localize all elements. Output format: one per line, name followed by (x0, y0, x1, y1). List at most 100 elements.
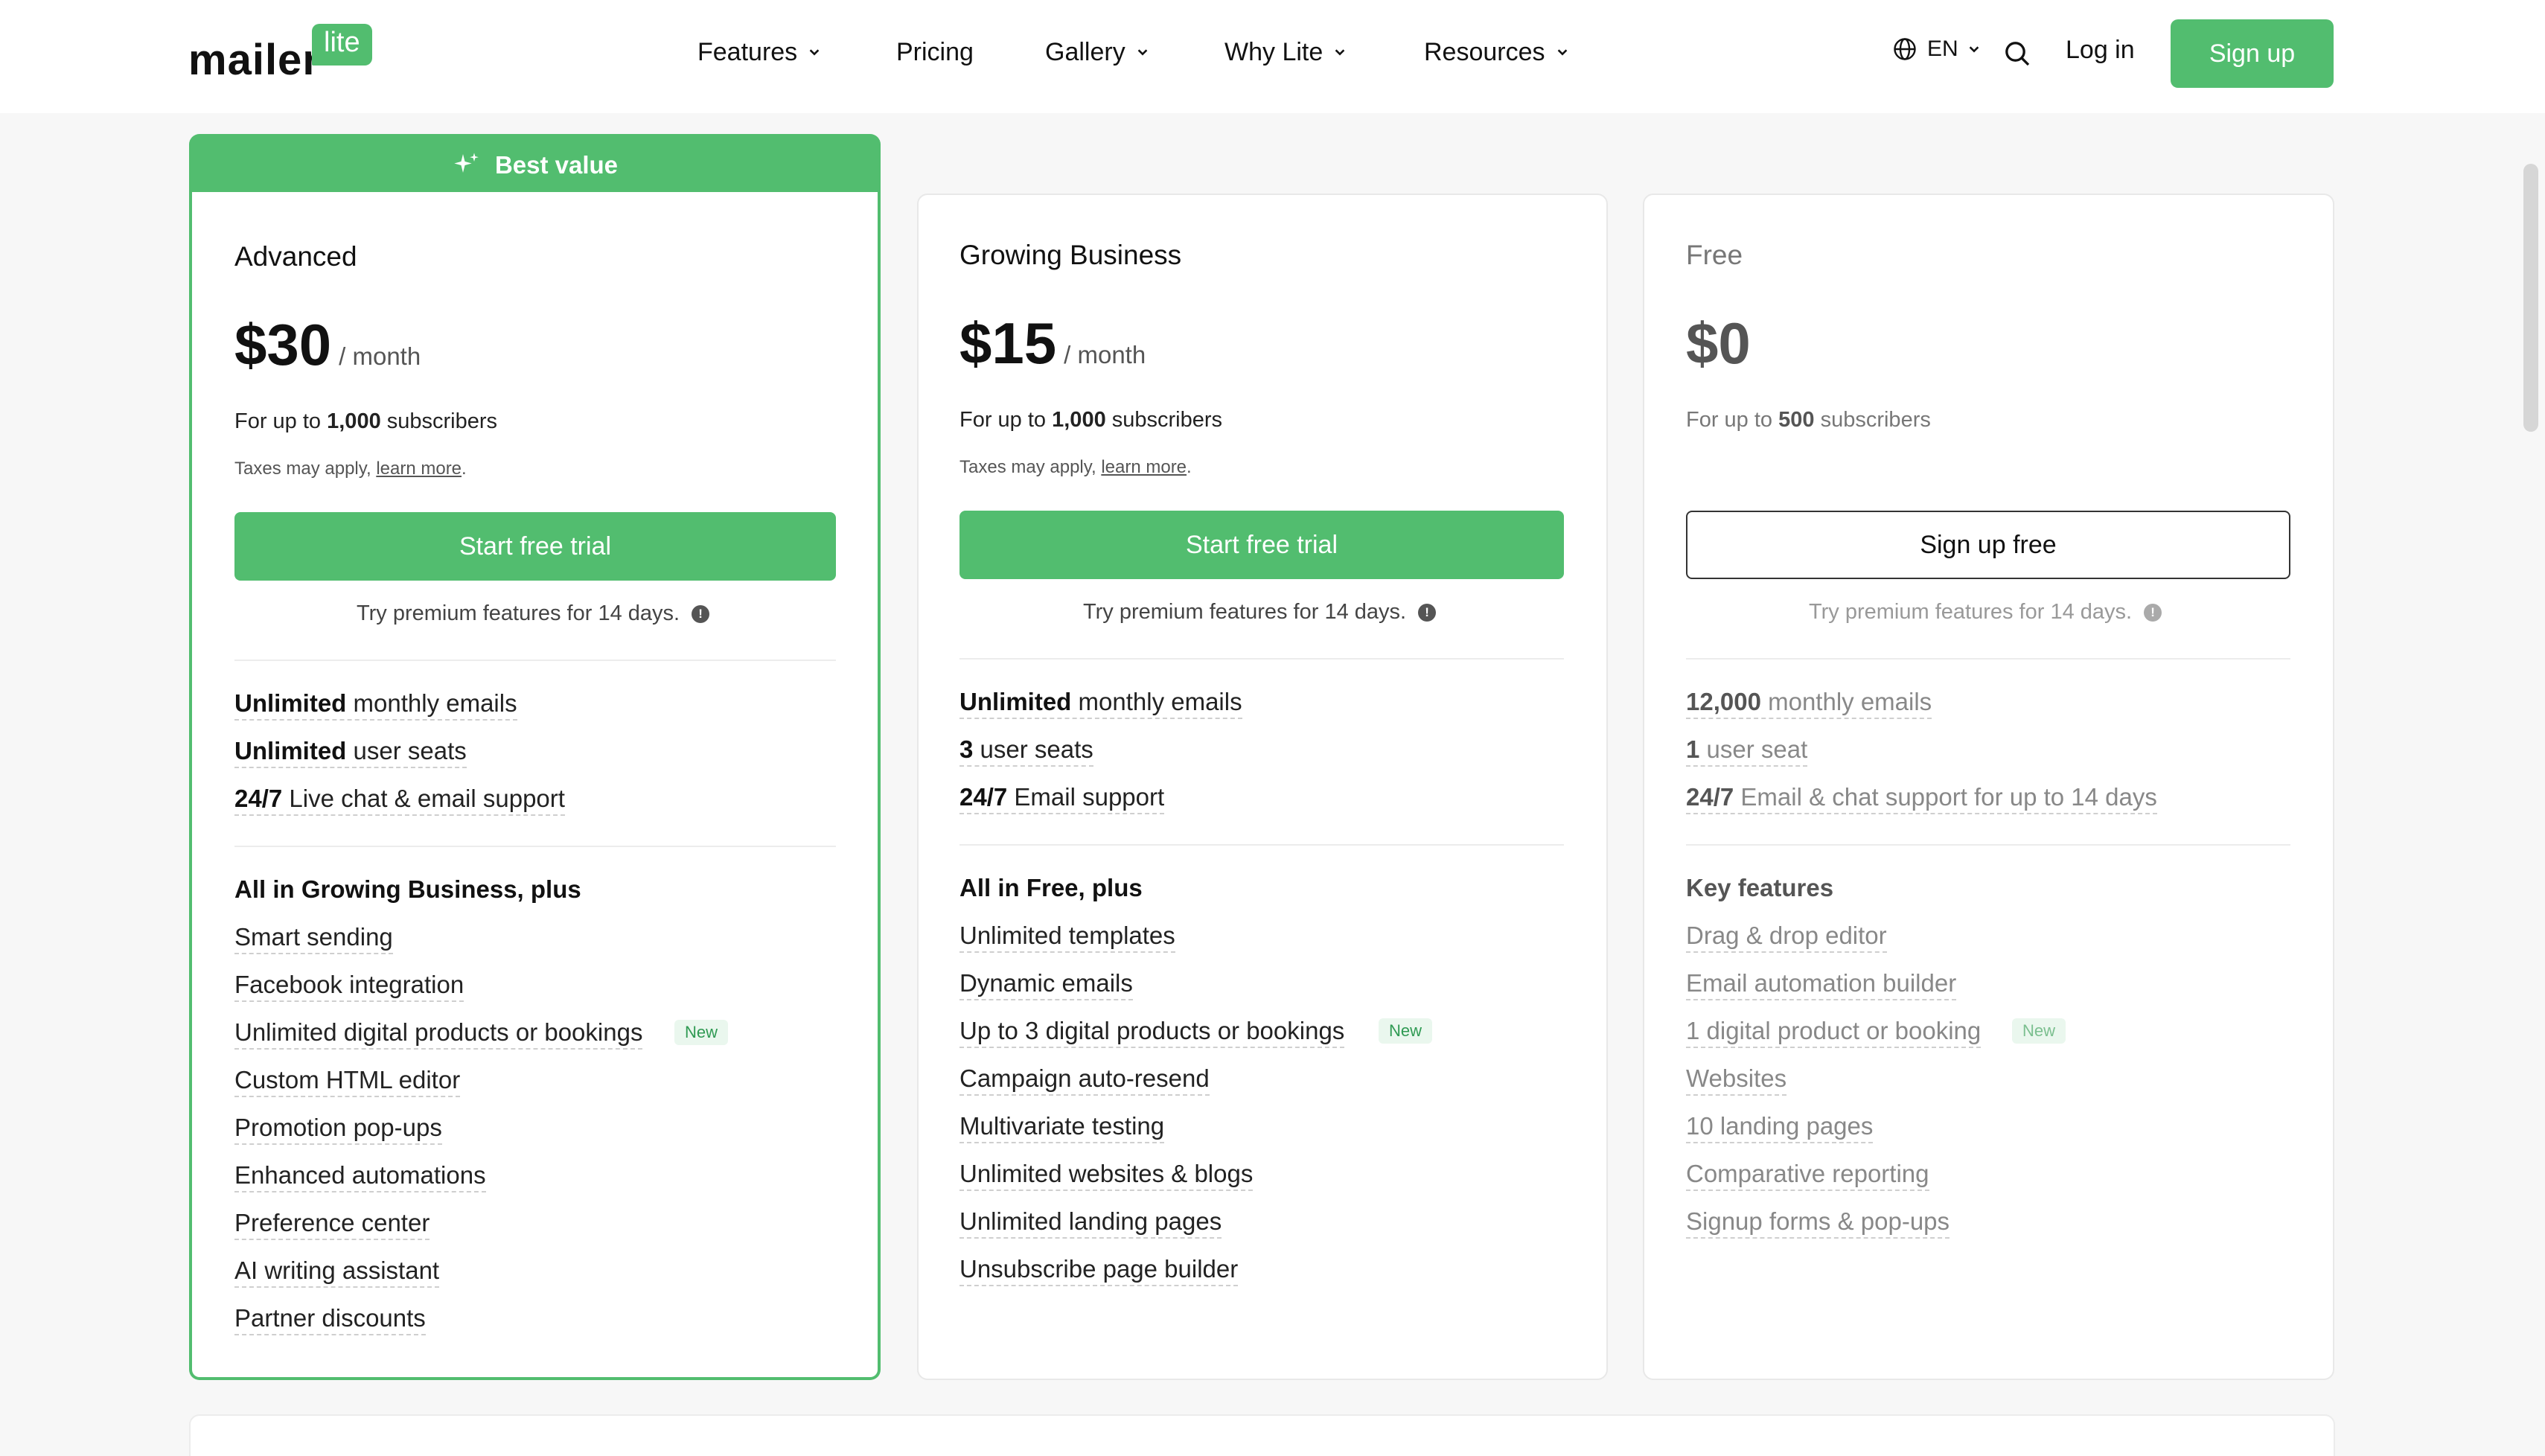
core-feature[interactable]: 24/7 Live chat & email support (234, 785, 565, 816)
price-amount: $30 (234, 312, 332, 377)
info-icon[interactable]: ! (692, 604, 710, 623)
subs-suffix: subscribers (1111, 408, 1223, 432)
feature-item[interactable]: AI writing assistant (234, 1257, 440, 1288)
feature-item[interactable]: Email automation builder (1686, 969, 1957, 1000)
nav-resources[interactable]: Resources (1424, 30, 1569, 74)
chevron-down-icon (1335, 49, 1345, 56)
subs-count: 500 (1778, 408, 1815, 432)
logo-wordmark: mailer (188, 36, 320, 84)
feature-bold: 24/7 (1686, 783, 1734, 811)
subscriber-limit: For up to 1,000 subscribers (959, 408, 1222, 432)
divider (959, 658, 1564, 660)
nav-why-lite[interactable]: Why Lite (1224, 30, 1347, 74)
learn-more-link[interactable]: learn more (1101, 457, 1187, 477)
trial-note: Try premium features for 14 days. ! (1809, 600, 2162, 625)
info-icon[interactable]: ! (1418, 603, 1437, 622)
subscriber-limit: For up to 1,000 subscribers (234, 409, 497, 434)
best-value-banner: Best value (189, 134, 881, 197)
search-icon[interactable] (2002, 39, 2032, 68)
feature-item[interactable]: Campaign auto-resend (959, 1064, 1210, 1096)
feature-item[interactable]: Multivariate testing (959, 1112, 1165, 1143)
chevron-down-icon (1969, 46, 1979, 53)
core-feature[interactable]: 3 user seats (959, 735, 1093, 767)
feature-item[interactable]: Dynamic emails (959, 969, 1133, 1000)
plan-name: Growing Business (959, 240, 1182, 270)
feature-item[interactable]: Custom HTML editor (234, 1066, 461, 1097)
trial-note: Try premium features for 14 days. ! (1083, 600, 1437, 625)
sparkle-icon (454, 153, 479, 173)
subs-prefix: For up to (234, 409, 322, 433)
divider (959, 844, 1564, 846)
core-feature[interactable]: Unlimited monthly emails (234, 689, 517, 721)
plan-name: Advanced (234, 241, 357, 272)
learn-more-link[interactable]: learn more (376, 459, 462, 479)
feature-text: user seat (1706, 735, 1808, 763)
feature-item[interactable]: Promotion pop-ups (234, 1114, 442, 1145)
feature-bold: 24/7 (234, 785, 283, 812)
language-code: EN (1927, 36, 1958, 61)
feature-item[interactable]: Unsubscribe page builder (959, 1255, 1239, 1286)
feature-text: user seats (980, 735, 1093, 763)
best-value-label: Best value (494, 151, 619, 179)
feature-item[interactable]: Websites (1686, 1064, 1787, 1096)
feature-item[interactable]: 1 digital product or booking (1686, 1017, 1982, 1048)
nav-pricing[interactable]: Pricing (896, 30, 974, 74)
divider (234, 660, 836, 661)
core-feature[interactable]: Unlimited user seats (234, 737, 467, 768)
taxes-text: Taxes may apply, (959, 457, 1096, 477)
feature-item[interactable]: Comparative reporting (1686, 1160, 1929, 1191)
divider (1686, 844, 2290, 846)
nav-features[interactable]: Features (697, 30, 821, 74)
language-selector[interactable]: EN (1891, 36, 1981, 63)
taxes-note: Taxes may apply, learn more. (959, 457, 1192, 477)
taxes-note: Taxes may apply, learn more. (234, 459, 467, 479)
feature-item[interactable]: Enhanced automations (234, 1161, 486, 1192)
feature-text: monthly emails (353, 689, 517, 717)
feature-text: user seats (353, 737, 467, 764)
feature-item[interactable]: Unlimited templates (959, 922, 1175, 953)
start-free-trial-button[interactable]: Start free trial (959, 511, 1564, 579)
plan-price: $15 / month (959, 310, 1146, 377)
plan-name: Free (1686, 240, 1743, 270)
feature-text: Live chat & email support (289, 785, 565, 812)
core-feature[interactable]: 12,000 monthly emails (1686, 688, 1932, 719)
feature-item[interactable]: Drag & drop editor (1686, 922, 1887, 953)
core-feature[interactable]: 24/7 Email support (959, 783, 1165, 814)
subscriber-limit: For up to 500 subscribers (1686, 408, 1931, 432)
feature-item[interactable]: Signup forms & pop-ups (1686, 1207, 1950, 1239)
sign-up-free-button[interactable]: Sign up free (1686, 511, 2290, 579)
feature-item[interactable]: Preference center (234, 1209, 430, 1240)
nav-gallery-label: Gallery (1045, 37, 1125, 66)
core-feature[interactable]: Unlimited monthly emails (959, 688, 1242, 719)
feature-text: monthly emails (1078, 688, 1242, 715)
feature-item[interactable]: 10 landing pages (1686, 1112, 1874, 1143)
signup-button[interactable]: Sign up (2171, 19, 2334, 88)
mailerlite-logo[interactable]: mailer lite (188, 22, 372, 84)
trial-note: Try premium features for 14 days. ! (357, 601, 710, 626)
feature-item[interactable]: Unlimited digital products or bookings (234, 1018, 643, 1050)
new-badge: New (2012, 1018, 2066, 1044)
divider (234, 846, 836, 847)
feature-item[interactable]: Smart sending (234, 923, 393, 954)
core-feature[interactable]: 24/7 Email & chat support for up to 14 d… (1686, 783, 2157, 814)
chevron-down-icon (1137, 49, 1147, 56)
feature-item[interactable]: Unlimited websites & blogs (959, 1160, 1254, 1191)
start-free-trial-button[interactable]: Start free trial (234, 512, 836, 581)
feature-item[interactable]: Unlimited landing pages (959, 1207, 1222, 1239)
login-link[interactable]: Log in (2066, 36, 2135, 65)
subs-count: 1,000 (1052, 408, 1106, 432)
price-amount: $0 (1686, 310, 1751, 376)
feature-bold: 1 (1686, 735, 1700, 763)
core-feature[interactable]: 1 user seat (1686, 735, 1808, 767)
feature-item[interactable]: Partner discounts (234, 1304, 426, 1335)
info-icon[interactable]: ! (2144, 603, 2162, 622)
feature-item[interactable]: Facebook integration (234, 971, 464, 1002)
nav-why-lite-label: Why Lite (1224, 37, 1323, 66)
price-amount: $15 (959, 310, 1057, 376)
chevron-down-icon (1557, 49, 1567, 56)
feature-item[interactable]: Up to 3 digital products or bookings (959, 1017, 1345, 1048)
chevron-down-icon (809, 49, 820, 56)
plan-price: $30 / month (234, 311, 421, 379)
nav-gallery[interactable]: Gallery (1045, 30, 1149, 74)
scrollbar-thumb[interactable] (2523, 164, 2538, 432)
